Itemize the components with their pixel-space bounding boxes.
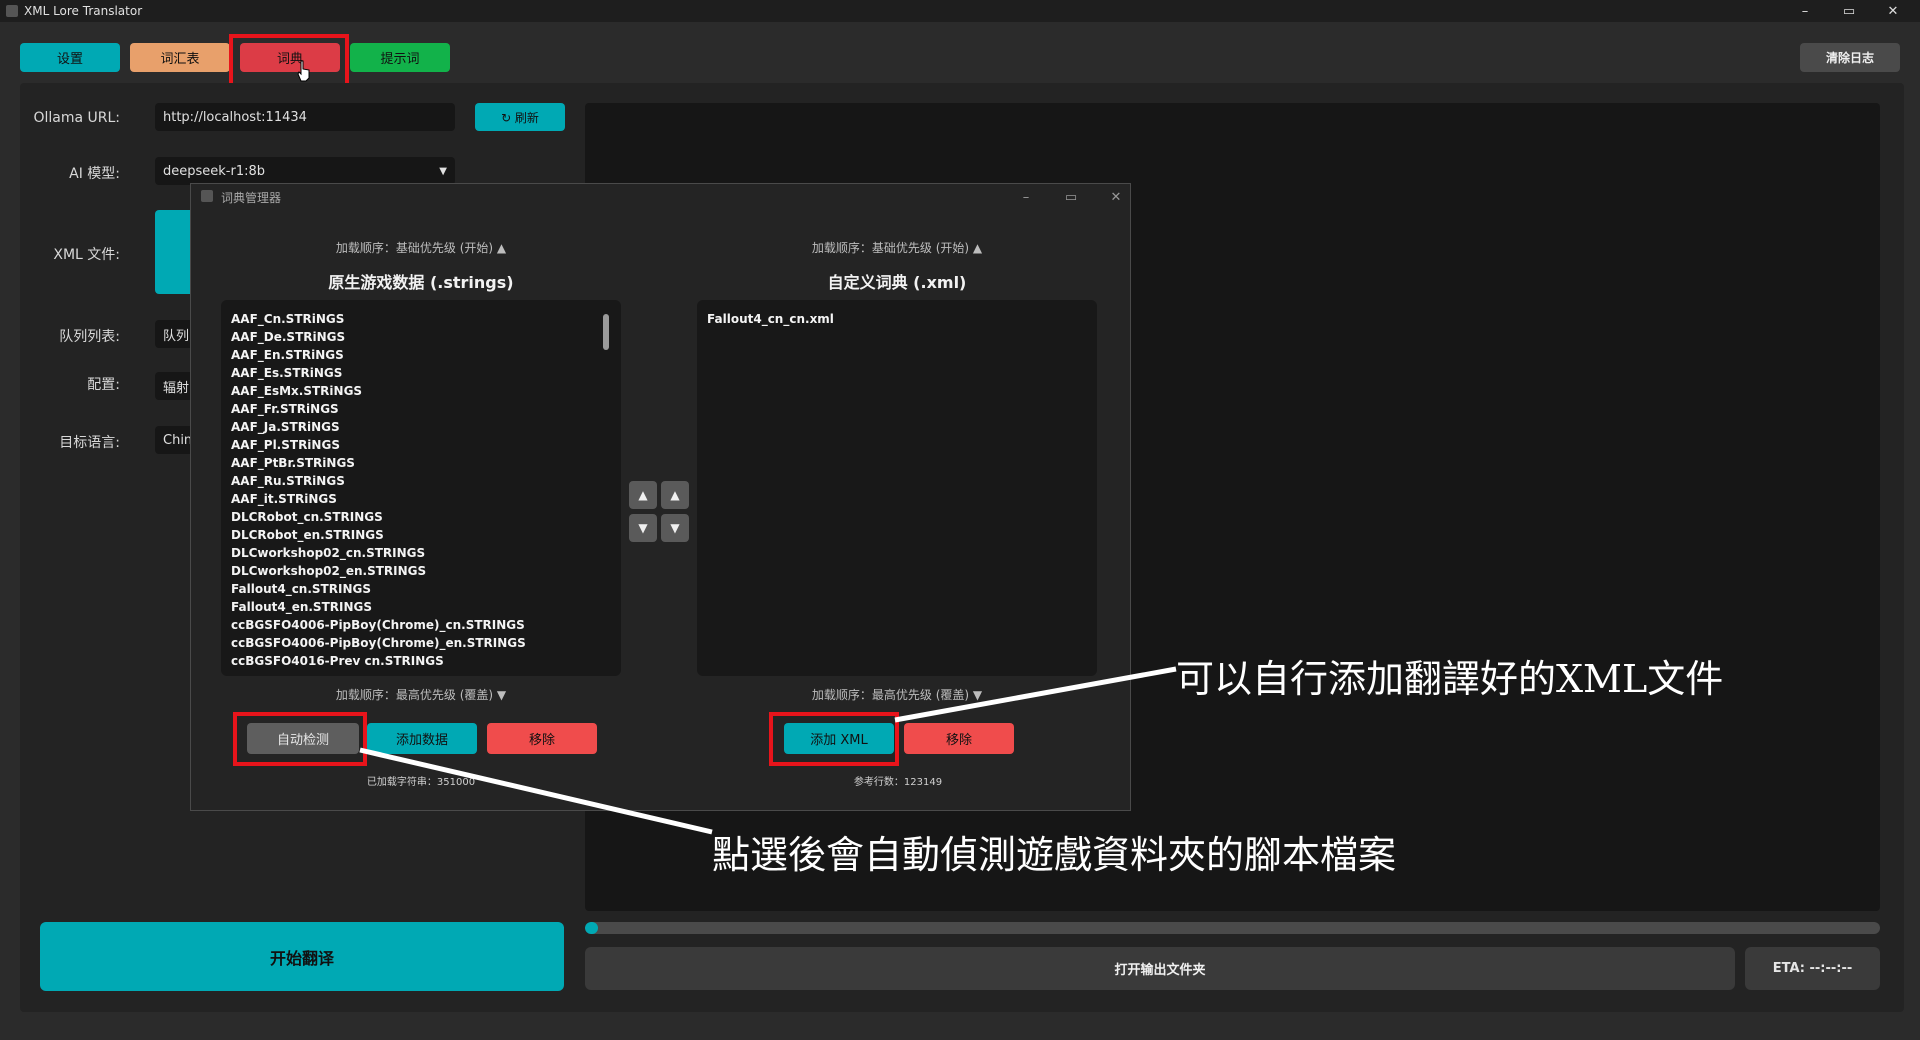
annotation-line-xml (894, 666, 1177, 723)
detect-annotation-text: 點選後會自動偵測遊戲資料夾的腳本檔案 (712, 833, 1397, 877)
annotation-lines (359, 666, 1177, 835)
xml-annotation-text: 可以自行添加翻譯好的XML文件 (1176, 657, 1724, 701)
annotation-line-detect (359, 747, 713, 835)
